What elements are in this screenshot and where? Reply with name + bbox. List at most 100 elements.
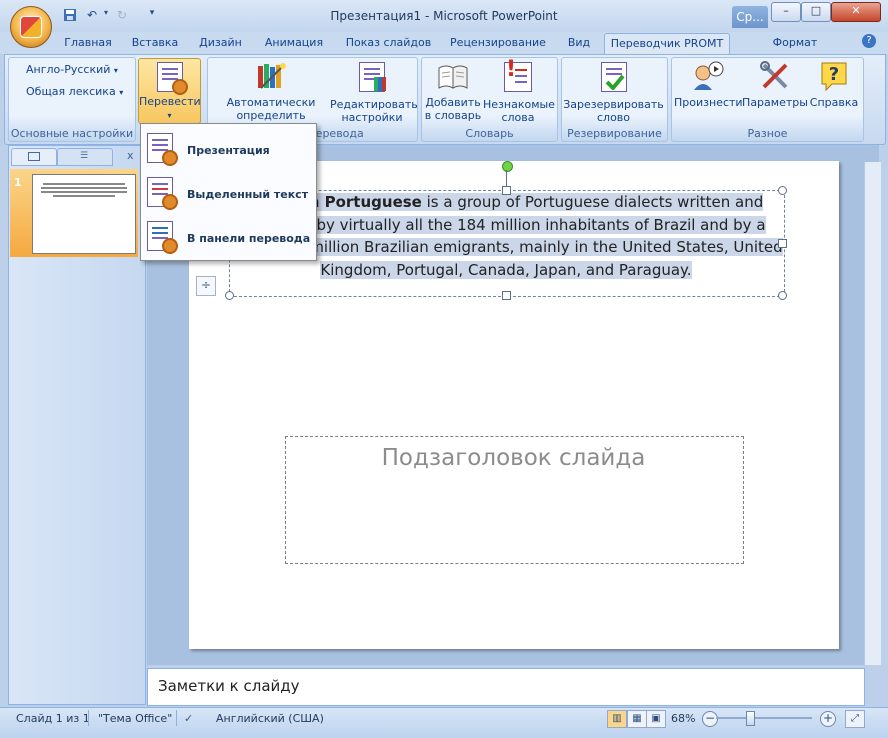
resize-handle[interactable] — [778, 291, 787, 300]
translation-panel-icon — [147, 221, 178, 254]
chevron-down-icon: ▾ — [167, 111, 172, 120]
slide-number: 1 — [14, 176, 22, 189]
slideshow-view-icon[interactable]: ▣ — [646, 710, 666, 728]
outline-icon: ☰ — [80, 151, 89, 161]
office-button[interactable] — [10, 6, 52, 48]
direction-dropdown[interactable]: Англо-Русский ▾ — [26, 63, 118, 76]
resize-handle[interactable] — [778, 239, 787, 248]
autofit-options-icon[interactable]: ÷ — [196, 276, 216, 296]
tab-review[interactable]: Рецензирование — [444, 33, 552, 54]
tab-promt-translator[interactable]: Переводчик PROMT — [604, 33, 730, 55]
resize-handle[interactable] — [502, 186, 511, 195]
notes-placeholder: Заметки к слайду — [158, 677, 300, 695]
tab-slideshow[interactable]: Показ слайдов — [341, 33, 436, 54]
tab-home[interactable]: Главная — [58, 33, 118, 54]
title-line-1: is a group of Portuguese dialects writte… — [421, 193, 764, 211]
menu-item-selected-text[interactable]: Выделенный текст — [145, 174, 312, 212]
settings-doc-icon — [359, 62, 386, 92]
translate-doc-icon — [156, 62, 188, 95]
maximize-button[interactable]: □ — [801, 2, 831, 22]
title-line-4: Kingdom, Portugal, Canada, Japan, and Pa… — [320, 260, 692, 279]
title-bold-text: n Portuguese — [308, 193, 422, 211]
chevron-down-icon: ▾ — [113, 66, 118, 75]
status-language[interactable]: Английский (США) — [216, 712, 324, 725]
rotate-line — [506, 170, 507, 186]
resize-handle[interactable] — [778, 186, 787, 195]
title-line-3: million Brazilian emigrants, mainly in t… — [309, 238, 783, 256]
dictionary-label: Общая лексика — [26, 85, 116, 98]
tab-insert[interactable]: Вставка — [125, 33, 185, 54]
question-icon: ? — [818, 60, 850, 92]
translate-button[interactable]: Перевести ▾ — [138, 58, 201, 124]
open-book-icon — [437, 60, 469, 92]
pronounce-label: Произнести — [674, 96, 743, 109]
pane-close-icon[interactable]: x — [127, 149, 134, 162]
context-tab-tools[interactable]: Ср... — [732, 6, 768, 28]
menu-item-label: Выделенный текст — [187, 188, 309, 201]
speaker-person-icon — [692, 60, 724, 92]
menu-item-label: В панели перевода — [187, 232, 311, 245]
tab-slides[interactable] — [11, 148, 57, 166]
zoom-slider-track[interactable] — [716, 717, 812, 719]
unknown-words-label: Незнакомые слова — [483, 98, 555, 124]
zoom-slider-knob[interactable] — [746, 711, 755, 726]
slide-thumb-icon — [28, 152, 40, 161]
minimize-button[interactable]: – — [771, 2, 801, 22]
presentation-doc-icon — [147, 133, 178, 166]
close-button[interactable]: ✕ — [831, 2, 881, 22]
office-logo-icon — [20, 16, 42, 38]
tab-outline[interactable]: ☰ — [57, 148, 113, 166]
menu-item-presentation[interactable]: Презентация — [145, 130, 312, 168]
group-label: Словарь — [465, 127, 514, 140]
resize-handle[interactable] — [502, 291, 511, 300]
status-divider — [176, 710, 177, 726]
help-button[interactable]: ? Справка — [808, 60, 860, 109]
unknown-words-icon: ! — [504, 59, 532, 92]
menu-item-translation-panel[interactable]: В панели перевода — [145, 218, 312, 256]
parameters-button[interactable]: Параметры — [742, 60, 808, 109]
tab-animation[interactable]: Анимация — [257, 33, 331, 54]
subtitle-placeholder-text: Подзаголовок слайда — [381, 445, 646, 471]
add-to-dict-label: Добавить в словарь — [424, 96, 482, 122]
zoom-in-icon[interactable]: + — [820, 711, 836, 727]
checkmark-doc-icon — [600, 62, 627, 92]
vertical-scrollbar[interactable] — [864, 162, 881, 665]
parameters-label: Параметры — [742, 96, 808, 109]
reserve-word-label: Зарезервировать слово — [563, 98, 664, 124]
pronounce-button[interactable]: Произнести — [674, 60, 743, 109]
selected-text-doc-icon — [147, 177, 178, 210]
dictionary-dropdown[interactable]: Общая лексика ▾ — [26, 85, 123, 98]
group-label: Резервирование — [567, 127, 662, 140]
edit-settings-button[interactable]: Редактировать настройки — [330, 60, 418, 124]
status-slide-count: Слайд 1 из 1 — [16, 712, 90, 725]
group-label: Основные настройки — [10, 127, 134, 140]
group-label: Разное — [747, 127, 788, 140]
normal-view-icon[interactable]: ▥ — [607, 710, 627, 728]
tab-view[interactable]: Вид — [561, 33, 597, 54]
tools-icon — [759, 60, 791, 92]
tab-format[interactable]: Формат — [740, 33, 850, 54]
translate-dropdown-menu: Презентация Выделенный текст В панели пе… — [140, 123, 317, 261]
rotate-handle[interactable] — [502, 161, 513, 172]
zoom-out-icon[interactable]: − — [702, 711, 718, 727]
books-wand-icon — [255, 60, 287, 92]
slide-thumbnail[interactable] — [32, 174, 136, 254]
slide-sorter-icon[interactable]: ▦ — [627, 710, 647, 728]
status-divider — [88, 710, 89, 726]
zoom-level[interactable]: 68% — [671, 712, 695, 725]
help-icon[interactable]: ? — [862, 34, 876, 48]
fit-to-window-icon[interactable]: ⤢ — [845, 710, 865, 728]
chevron-down-icon: ▾ — [119, 88, 124, 97]
tab-design[interactable]: Дизайн — [193, 33, 248, 54]
unknown-words-button[interactable]: ! Незнакомые слова — [483, 59, 555, 125]
direction-label: Англо-Русский — [26, 63, 111, 76]
spellcheck-icon[interactable]: ✓ — [184, 712, 193, 725]
reserve-word-button[interactable]: Зарезервировать слово — [563, 60, 664, 124]
title-line-2: by virtually all the 184 million inhabit… — [316, 215, 766, 234]
edit-settings-label: Редактировать настройки — [330, 98, 418, 124]
resize-handle[interactable] — [225, 291, 234, 300]
add-to-dictionary-button[interactable]: Добавить в словарь — [424, 60, 482, 122]
status-theme: "Тема Office" — [98, 712, 173, 725]
help-label: Справка — [809, 96, 859, 109]
group-basic-settings: Англо-Русский ▾ Общая лексика ▾ Основные… — [8, 57, 136, 142]
